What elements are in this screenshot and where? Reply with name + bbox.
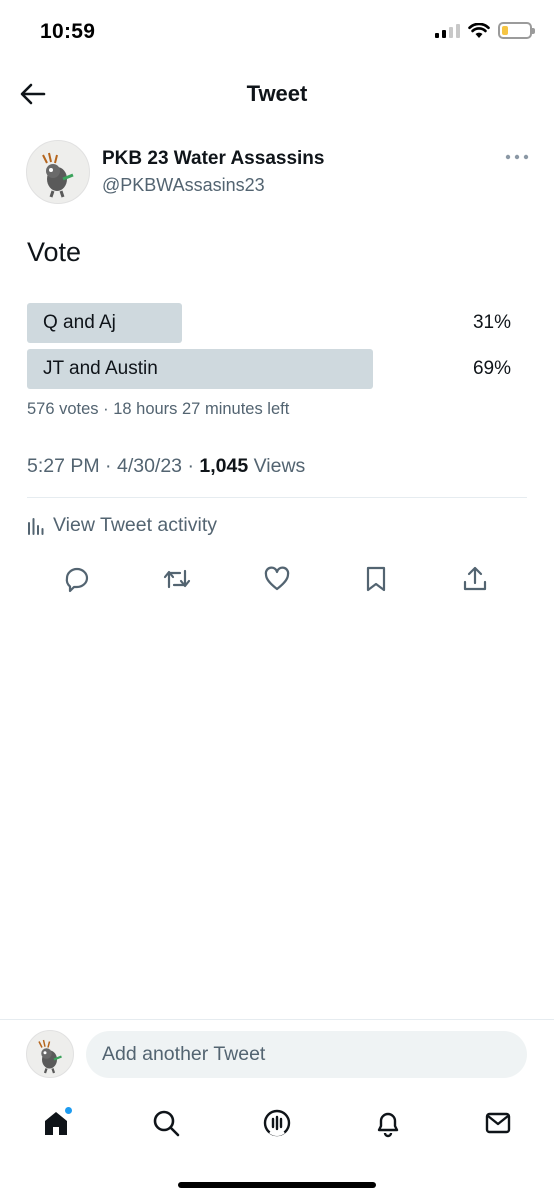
tab-spaces[interactable]: [260, 1106, 294, 1140]
author-handle[interactable]: @PKBWAssasins23: [102, 175, 265, 196]
wifi-icon: [468, 22, 490, 38]
avatar-image: [38, 1039, 62, 1074]
tab-home[interactable]: [39, 1106, 73, 1140]
tweet-actions: [60, 563, 500, 595]
header: Tweet: [0, 66, 554, 122]
retweet-button[interactable]: [160, 563, 194, 595]
share-button[interactable]: [458, 563, 492, 595]
status-time: 10:59: [40, 20, 96, 43]
poll-option-label: JT and Austin: [43, 358, 158, 379]
view-tweet-activity-link[interactable]: View Tweet activity: [27, 514, 217, 537]
tab-notifications[interactable]: [371, 1106, 405, 1140]
tweet-text: Vote: [27, 237, 82, 267]
avatar[interactable]: [26, 140, 90, 204]
status-icons: [435, 22, 535, 39]
like-button[interactable]: [260, 563, 294, 595]
activity-label: View Tweet activity: [53, 514, 218, 536]
views-count[interactable]: 1,045: [199, 455, 248, 477]
tweet-timestamp: 5:27 PM · 4/30/23 · 1,045 Views: [27, 455, 305, 478]
page-title: Tweet: [246, 81, 308, 106]
bookmark-button[interactable]: [359, 563, 393, 595]
tab-messages[interactable]: [481, 1106, 515, 1140]
battery-icon: [498, 22, 535, 39]
reply-icon: [65, 567, 89, 593]
avatar[interactable]: [26, 1030, 74, 1078]
share-icon: [463, 566, 487, 591]
separator: ·: [105, 455, 112, 477]
bottom-tab-bar: [0, 1096, 554, 1150]
more-horizontal-icon: [505, 154, 529, 160]
home-indicator[interactable]: [178, 1182, 376, 1188]
signal-icon: [435, 23, 460, 38]
add-another-tweet-input[interactable]: Add another Tweet: [86, 1031, 527, 1078]
poll-option-percent: 31%: [472, 312, 511, 333]
divider: [0, 1019, 554, 1020]
tweet-date[interactable]: 4/30/23: [117, 455, 182, 477]
poll: Q and Aj 31% JT and Austin 69%: [27, 303, 515, 395]
more-options-button[interactable]: [504, 150, 530, 164]
poll-option: Q and Aj 31%: [27, 303, 515, 343]
bookmark-icon: [366, 566, 386, 592]
tweet-time[interactable]: 5:27 PM: [27, 455, 100, 477]
like-icon: [264, 566, 290, 591]
poll-meta: 576 votes · 18 hours 27 minutes left: [27, 400, 290, 418]
poll-option-percent: 69%: [472, 358, 511, 379]
views-label[interactable]: Views: [254, 455, 306, 477]
notifications-icon: [377, 1112, 399, 1138]
tweet-author: PKB 23 Water Assassins @PKBWAssasins23: [26, 140, 530, 206]
poll-option: JT and Austin 69%: [27, 349, 515, 389]
analytics-icon: [28, 517, 44, 535]
retweet-icon: [163, 569, 191, 589]
status-bar: 10:59: [0, 0, 554, 66]
poll-option-label: Q and Aj: [43, 312, 116, 333]
divider: [27, 497, 527, 498]
notification-dot: [64, 1106, 73, 1115]
separator: ·: [187, 455, 194, 477]
search-icon: [153, 1110, 180, 1137]
author-name[interactable]: PKB 23 Water Assassins: [102, 148, 324, 170]
spaces-icon: [263, 1109, 291, 1137]
reply-button[interactable]: [60, 563, 94, 595]
avatar-image: [42, 152, 74, 198]
tab-search[interactable]: [149, 1106, 183, 1140]
messages-icon: [485, 1112, 511, 1134]
